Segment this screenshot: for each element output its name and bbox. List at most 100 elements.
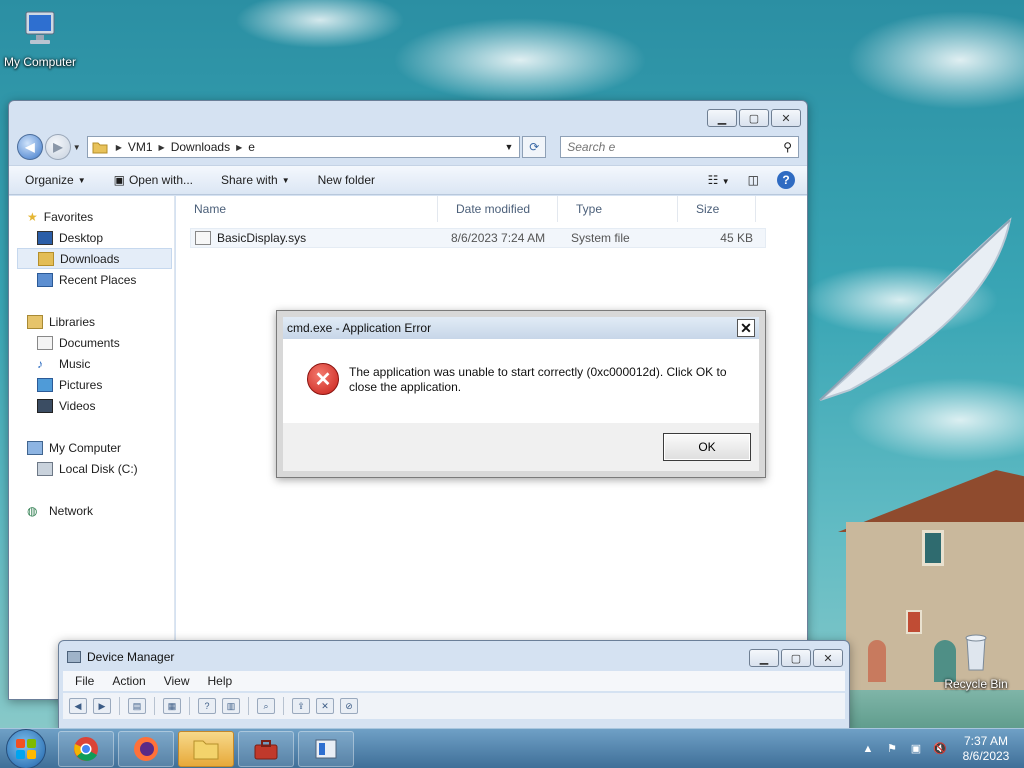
address-history-dropdown-icon[interactable]: ▼ [504, 142, 513, 152]
uninstall-device-icon[interactable]: ✕ [316, 698, 334, 714]
new-folder-button[interactable]: New folder [318, 173, 375, 187]
search-icon: ⚲ [783, 140, 792, 154]
desktop-icon-recycle-bin[interactable]: Recycle Bin [936, 632, 1016, 691]
nav-label: My Computer [49, 440, 122, 455]
clock-date: 8/6/2023 [962, 748, 1010, 763]
new-folder-label: New folder [317, 173, 375, 187]
recent-places-icon [37, 272, 53, 287]
taskbar-explorer[interactable] [178, 730, 234, 767]
dialog-title: cmd.exe - Application Error [287, 321, 432, 335]
refresh-button[interactable]: ⟳ [522, 136, 547, 158]
navigation-pane: ★ Favorites Desktop Downloads Recent Pla… [9, 196, 175, 699]
show-hidden-icons-icon[interactable]: ▲ [860, 741, 876, 757]
open-with-button[interactable]: ▣ Open with... [114, 173, 193, 187]
nav-local-disk[interactable]: Local Disk (C:) [9, 458, 174, 479]
clock[interactable]: 7:37 AM 8/6/2023 [956, 734, 1016, 764]
breadcrumb-item[interactable]: Downloads [171, 140, 230, 154]
action-center-icon[interactable]: ⚑ [884, 741, 900, 757]
properties-icon[interactable]: ▦ [163, 698, 181, 714]
network-status-icon[interactable]: ▣ [908, 741, 924, 757]
nav-music[interactable]: ♪ Music [9, 353, 174, 374]
forward-arrow-icon[interactable]: ▶ [93, 698, 111, 714]
nav-pictures[interactable]: Pictures [9, 374, 174, 395]
menu-help[interactable]: Help [208, 674, 233, 688]
clock-time: 7:37 AM [963, 733, 1009, 748]
share-with-label: Share with [221, 173, 278, 187]
device-manager-title: Device Manager [87, 650, 175, 664]
start-button[interactable] [6, 728, 46, 768]
feather-illustration [819, 217, 1012, 401]
breadcrumb-separator-icon: ▶ [115, 142, 122, 152]
firefox-icon [134, 736, 158, 761]
ok-button[interactable]: OK [663, 433, 751, 461]
dialog-close-button[interactable]: ✕ [737, 319, 755, 337]
forward-button[interactable]: ▶ [44, 134, 71, 160]
window-controls: ▁ ▢ ✕ [707, 109, 801, 127]
organize-button[interactable]: Organize ▼ [25, 173, 86, 187]
nav-downloads[interactable]: Downloads [17, 248, 172, 269]
breadcrumb-item[interactable]: e [248, 140, 255, 154]
column-label: Type [576, 202, 603, 216]
minimize-button[interactable]: ▁ [707, 109, 737, 127]
nav-label: Videos [59, 398, 96, 413]
pictures-icon [37, 377, 53, 392]
nav-desktop[interactable]: Desktop [9, 227, 174, 248]
help-icon[interactable]: ? [198, 698, 216, 714]
minimize-button[interactable]: ▁ [749, 649, 779, 667]
back-button[interactable]: ◀ [17, 134, 43, 160]
nav-videos[interactable]: Videos [9, 395, 174, 416]
back-arrow-icon[interactable]: ◀ [69, 698, 87, 714]
taskbar: ▲ ⚑ ▣ 🔇 7:37 AM 8/6/2023 [0, 728, 1024, 768]
taskbar-chrome[interactable] [58, 730, 114, 767]
column-header-name[interactable]: Name [176, 196, 438, 222]
show-hide-tree-icon[interactable]: ▤ [128, 698, 146, 714]
column-header-type[interactable]: Type [558, 196, 678, 222]
nav-my-computer[interactable]: My Computer [9, 437, 174, 458]
nav-network[interactable]: ◍ Network [9, 500, 174, 521]
search-input[interactable] [567, 140, 784, 154]
close-button[interactable]: ✕ [813, 649, 843, 667]
device-manager-toolbar: ◀ ▶ ▤ ▦ ? ▥ ⌕ ⇪ ✕ ⊘ [63, 693, 845, 719]
system-file-icon [195, 231, 211, 245]
disable-device-icon[interactable]: ⊘ [340, 698, 358, 714]
nav-recent-places[interactable]: Recent Places [9, 269, 174, 290]
open-with-label: Open with... [128, 173, 193, 187]
nav-label: Desktop [59, 230, 104, 245]
nav-favorites[interactable]: ★ Favorites [9, 206, 174, 227]
nav-documents[interactable]: Documents [9, 332, 174, 353]
volume-icon[interactable]: 🔇 [932, 741, 948, 757]
recent-pages-dropdown[interactable]: ▼ [73, 143, 83, 152]
menu-file[interactable]: File [75, 674, 94, 688]
menu-view[interactable]: View [164, 674, 190, 688]
application-error-dialog: cmd.exe - Application Error ✕ ✕ The appl… [276, 310, 766, 478]
nav-label: Recent Places [59, 272, 137, 287]
address-bar[interactable]: ▶ VM1 ▶ Downloads ▶ e ▼ [86, 136, 521, 158]
preview-pane-button[interactable]: ◫ [748, 173, 759, 187]
dialog-footer: OK [283, 423, 759, 471]
nav-libraries[interactable]: Libraries [9, 311, 174, 332]
menu-action[interactable]: Action [112, 674, 145, 688]
breadcrumb-item[interactable]: VM1 [128, 140, 153, 154]
column-header-size[interactable]: Size [678, 196, 756, 222]
device-manager-title-bar: Device Manager [67, 650, 174, 664]
desktop-icon-my-computer[interactable]: My Computer [0, 10, 80, 69]
command-bar: Organize ▼ ▣ Open with... Share with ▼ N… [9, 165, 807, 195]
dialog-message: The application was unable to start corr… [349, 365, 727, 394]
maximize-button[interactable]: ▢ [739, 109, 769, 127]
search-box[interactable]: ⚲ [560, 136, 799, 158]
scan-hardware-icon[interactable]: ⌕ [257, 698, 275, 714]
videos-icon [37, 398, 53, 413]
maximize-button[interactable]: ▢ [781, 649, 811, 667]
update-driver-icon[interactable]: ⇪ [292, 698, 310, 714]
taskbar-toolbox[interactable] [238, 730, 294, 767]
close-button[interactable]: ✕ [771, 109, 801, 127]
taskbar-firefox[interactable] [118, 730, 174, 767]
change-view-button[interactable]: ☷ ▼ [708, 173, 730, 187]
share-with-button[interactable]: Share with ▼ [221, 173, 290, 187]
help-icon[interactable]: ? [777, 171, 795, 189]
column-header-date[interactable]: Date modified [438, 196, 558, 222]
view-icon[interactable]: ▥ [222, 698, 240, 714]
file-row[interactable]: BasicDisplay.sys 8/6/2023 7:24 AM System… [190, 228, 766, 248]
taskbar-device-manager[interactable] [298, 730, 354, 767]
desktop-icon [37, 230, 53, 245]
